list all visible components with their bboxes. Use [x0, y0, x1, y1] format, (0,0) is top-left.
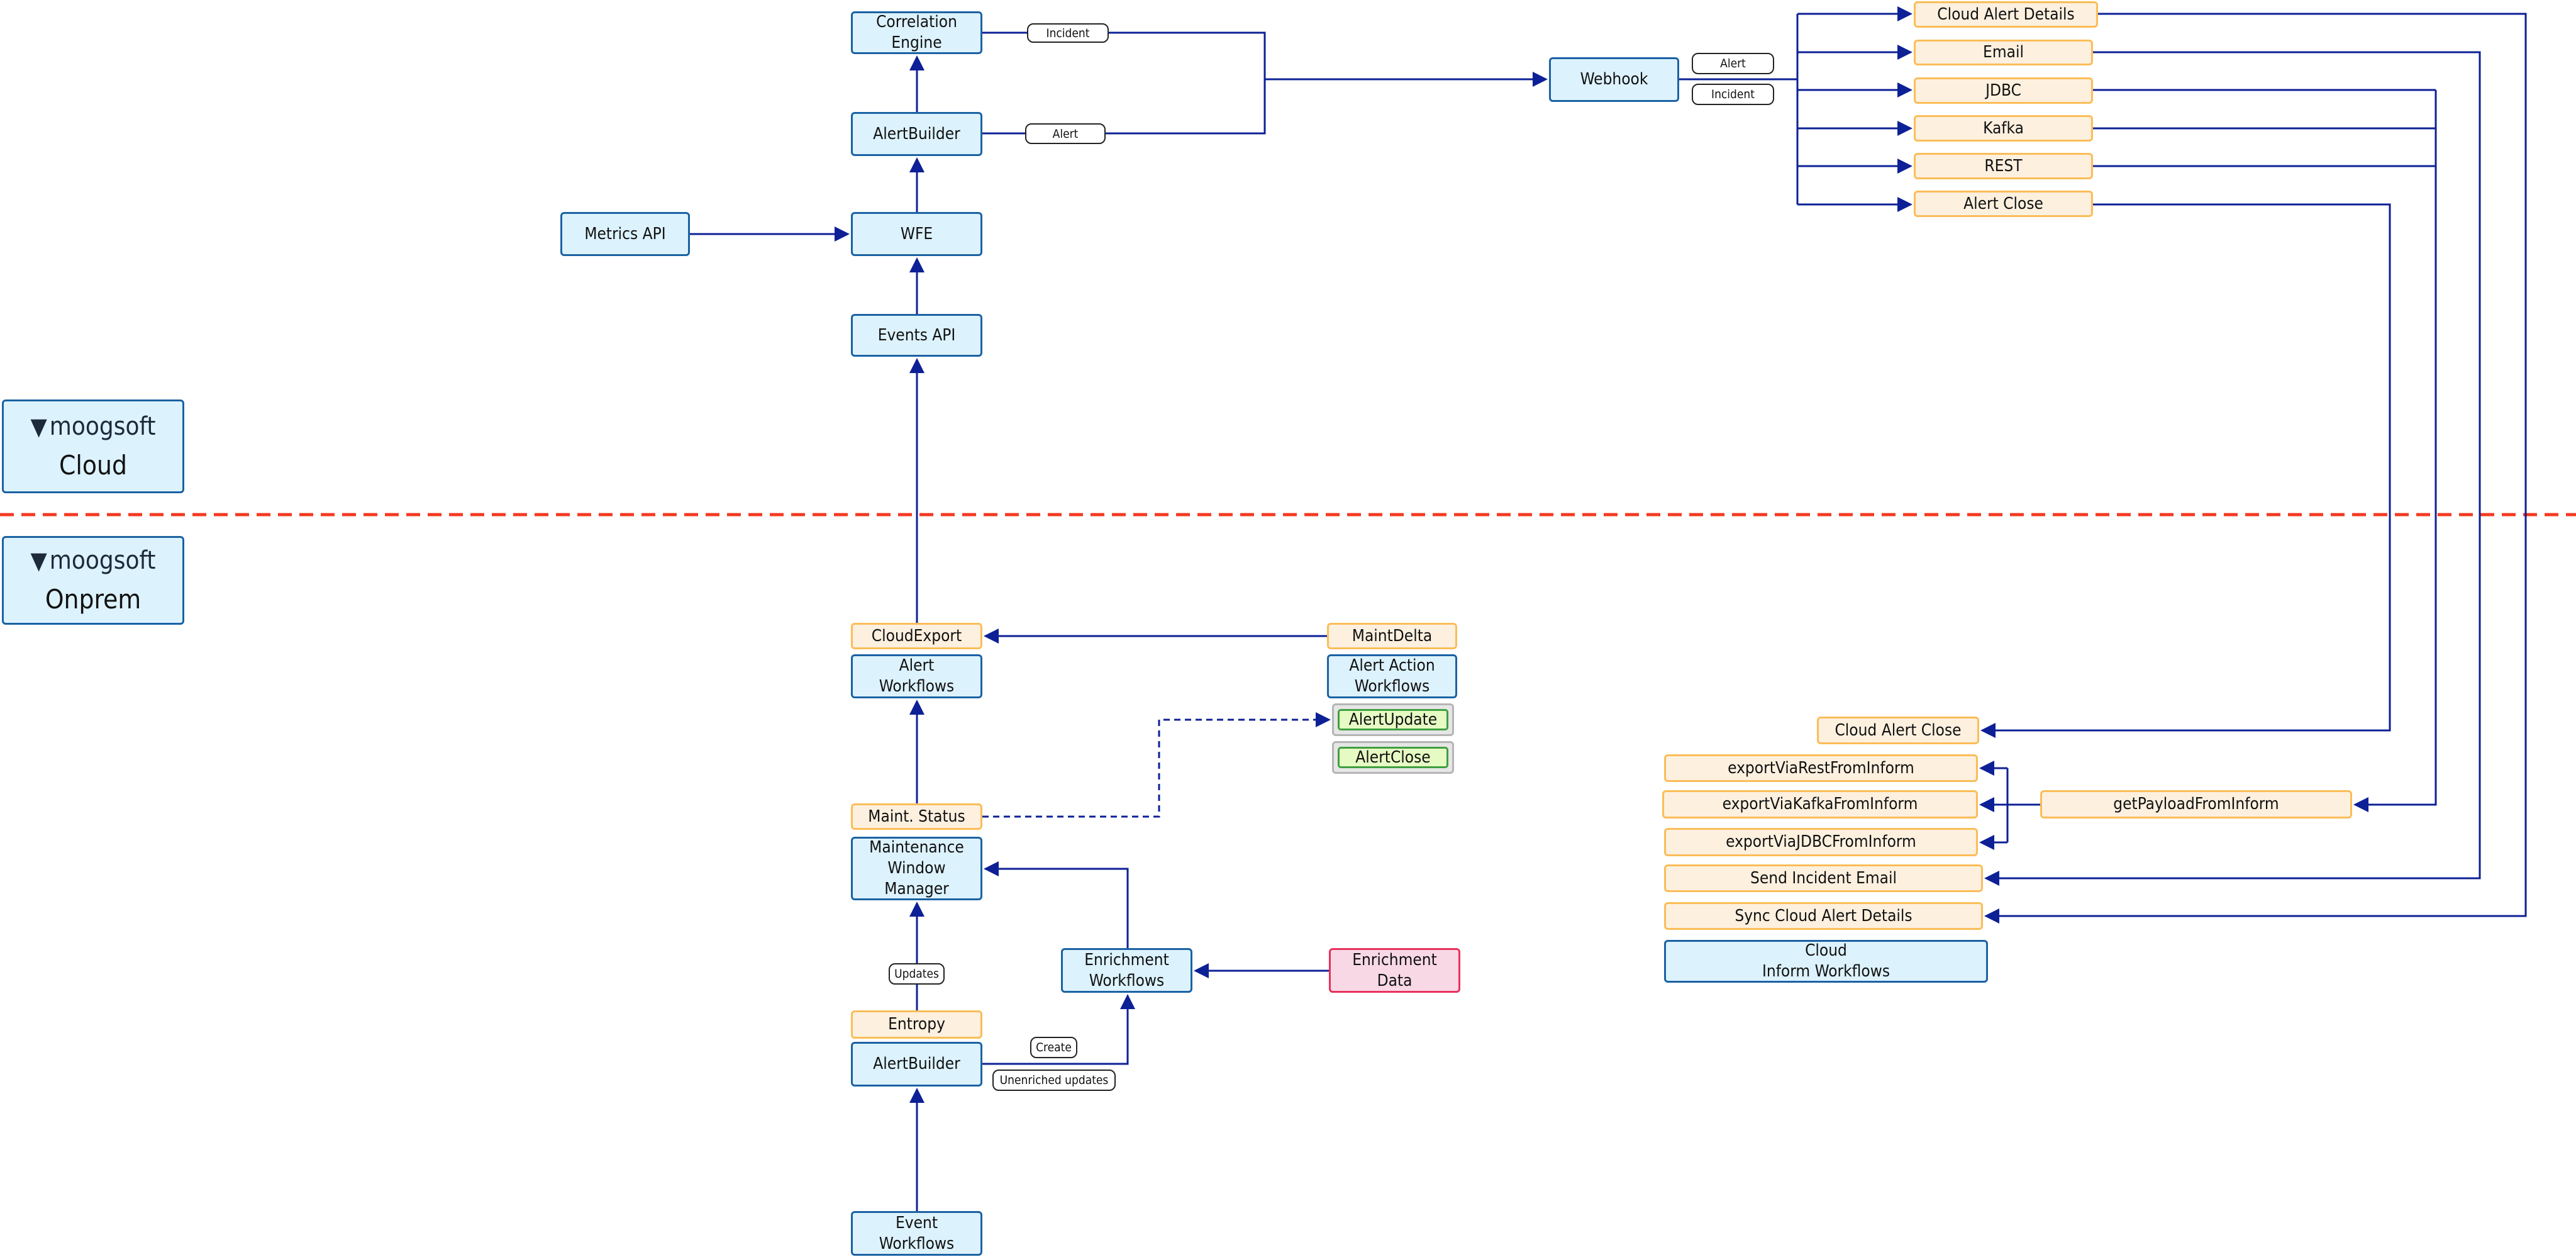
maintdelta-node[interactable]: MaintDelta	[1327, 623, 1457, 649]
jdbc-kafka-rest-to-getpayload	[2093, 165, 2437, 812]
cloud-zone-badge: ▼ moogsoft Cloud	[2, 399, 184, 493]
moogsoft-logo: ▼ moogsoft	[30, 546, 155, 575]
sync-cloud-alert-details-node[interactable]: Sync Cloud Alert Details	[1664, 902, 1983, 930]
zone-label-cloud: Cloud	[59, 450, 127, 481]
output-cloud-alert-details[interactable]: Cloud Alert Details	[1914, 1, 2098, 28]
send-incident-email-node[interactable]: Send Incident Email	[1664, 864, 1983, 892]
enrichment-workflows-node[interactable]: Enrichment Workflows	[1061, 948, 1192, 993]
cow-icon: ▼	[30, 547, 47, 574]
onprem-zone-badge: ▼ moogsoft Onprem	[2, 536, 184, 625]
onprem-alertbuilder-node[interactable]: AlertBuilder	[851, 1042, 982, 1087]
alertclose-node[interactable]: AlertClose	[1338, 747, 1448, 768]
output-email[interactable]: Email	[1914, 40, 2093, 65]
zone-label-onprem: Onprem	[45, 584, 142, 615]
alert-close-to-cloud-alert-close	[1980, 203, 2391, 738]
output-rest[interactable]: REST	[1914, 153, 2093, 179]
output-jdbc[interactable]: JDBC	[1914, 77, 2093, 104]
maintenance-window-manager-node[interactable]: Maintenance Window Manager	[851, 837, 982, 900]
cloud-alert-close-node[interactable]: Cloud Alert Close	[1817, 717, 1979, 744]
incident-label: Incident	[1027, 23, 1109, 43]
connector-lines	[0, 6, 2576, 1211]
cloud-inform-workflows-node[interactable]: Cloud Inform Workflows	[1664, 940, 1988, 983]
create-label: Create	[1030, 1037, 1077, 1058]
cloudexport-node[interactable]: CloudExport	[851, 623, 982, 649]
moogsoft-logo: ▼ moogsoft	[30, 412, 155, 441]
correlation-to-merge	[982, 31, 1266, 135]
updates-label: Updates	[889, 963, 945, 985]
webhook-alert-label: Alert	[1692, 53, 1774, 74]
webhook-incident-label: Incident	[1692, 84, 1774, 105]
enrichment-to-mwm	[984, 861, 1129, 948]
event-workflows-node[interactable]: Event Workflows	[851, 1211, 982, 1256]
webhook-node[interactable]: Webhook	[1549, 57, 1679, 102]
export-via-kafka-node[interactable]: exportViaKafkaFromInform	[1662, 790, 1978, 818]
entropy-node[interactable]: Entropy	[851, 1010, 982, 1039]
export-via-rest-node[interactable]: exportViaRestFromInform	[1664, 754, 1978, 782]
output-alert-close[interactable]: Alert Close	[1914, 191, 2093, 217]
cow-icon: ▼	[30, 413, 47, 440]
logo-text: moogsoft	[49, 412, 156, 441]
alert-label: Alert	[1025, 123, 1106, 144]
alert-action-workflows-node[interactable]: Alert Action Workflows	[1327, 654, 1457, 698]
get-payload-node[interactable]: getPayloadFromInform	[2040, 790, 2352, 818]
maint-status-node[interactable]: Maint. Status	[851, 803, 982, 830]
metrics-api-node[interactable]: Metrics API	[560, 212, 690, 256]
cloud-alertbuilder-node[interactable]: AlertBuilder	[851, 112, 982, 156]
output-kafka[interactable]: Kafka	[1914, 115, 2093, 142]
unenriched-updates-label: Unenriched updates	[992, 1070, 1116, 1091]
events-api-node[interactable]: Events API	[851, 314, 982, 357]
alertupdate-node[interactable]: AlertUpdate	[1338, 709, 1448, 730]
alertupdate-container: AlertUpdate	[1332, 703, 1454, 736]
maint-status-to-alertupdate	[982, 712, 1331, 818]
logo-text: moogsoft	[49, 546, 156, 575]
enrichment-data-node[interactable]: Enrichment Data	[1329, 948, 1460, 993]
correlation-engine-node[interactable]: Correlation Engine	[851, 11, 982, 54]
export-via-jdbc-node[interactable]: exportViaJDBCFromInform	[1664, 828, 1978, 856]
alertclose-container: AlertClose	[1332, 741, 1454, 774]
alert-workflows-node[interactable]: Alert Workflows	[851, 654, 982, 698]
wfe-node[interactable]: WFE	[851, 212, 982, 256]
cloud-alert-details-to-sync	[1984, 13, 2527, 924]
